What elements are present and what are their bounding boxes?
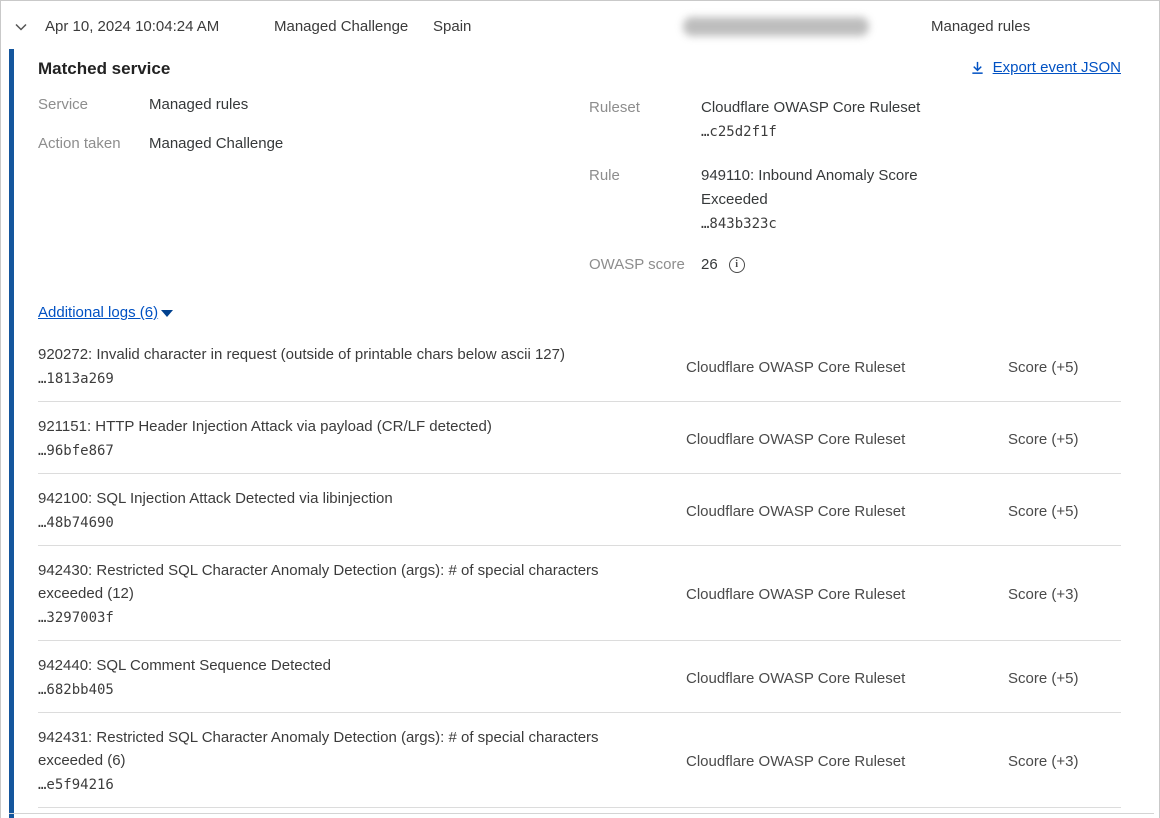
rule-label: Rule	[589, 164, 701, 236]
collapse-row-button[interactable]	[11, 17, 31, 37]
log-row: 942431: Restricted SQL Character Anomaly…	[38, 713, 1121, 808]
owasp-score-label: OWASP score	[589, 256, 701, 273]
rule-value: 949110: Inbound Anomaly Score Exceeded	[701, 164, 941, 212]
log-score: Score (+3)	[1008, 753, 1121, 770]
action-taken-label: Action taken	[38, 135, 149, 152]
log-description: 942440: SQL Comment Sequence Detected	[38, 654, 628, 677]
log-description: 942431: Restricted SQL Character Anomaly…	[38, 726, 628, 772]
triangle-down-icon	[161, 310, 173, 317]
log-id-hash: …682bb405	[38, 678, 686, 702]
log-ruleset: Cloudflare OWASP Core Ruleset	[686, 431, 1008, 448]
ruleset-label: Ruleset	[589, 96, 701, 144]
additional-logs-label: Additional logs (6)	[38, 304, 158, 321]
log-score: Score (+5)	[1008, 503, 1121, 520]
log-ruleset: Cloudflare OWASP Core Ruleset	[686, 586, 1008, 603]
log-row: 920272: Invalid character in request (ou…	[38, 330, 1121, 402]
additional-logs-list: 920272: Invalid character in request (ou…	[38, 330, 1121, 808]
log-ruleset: Cloudflare OWASP Core Ruleset	[686, 359, 1008, 376]
event-service: Managed rules	[931, 18, 1030, 35]
rule-field: Rule 949110: Inbound Anomaly Score Excee…	[589, 164, 1121, 236]
log-id-hash: …e5f94216	[38, 773, 686, 797]
section-title: Matched service	[38, 59, 170, 79]
service-field: Service Managed rules	[38, 96, 589, 113]
log-ruleset: Cloudflare OWASP Core Ruleset	[686, 753, 1008, 770]
log-score: Score (+5)	[1008, 670, 1121, 687]
log-row: 942440: SQL Comment Sequence Detected …6…	[38, 641, 1121, 713]
additional-logs-toggle[interactable]: Additional logs (6)	[38, 304, 173, 321]
log-id-hash: …3297003f	[38, 606, 686, 630]
redacted-text	[683, 17, 869, 36]
action-taken-field: Action taken Managed Challenge	[38, 135, 589, 152]
log-score: Score (+5)	[1008, 359, 1121, 376]
service-value: Managed rules	[149, 96, 248, 113]
export-event-json-label: Export event JSON	[993, 59, 1121, 76]
log-description: 920272: Invalid character in request (ou…	[38, 343, 628, 366]
event-detail-panel: Apr 10, 2024 10:04:24 AM Managed Challen…	[0, 0, 1160, 818]
event-timestamp: Apr 10, 2024 10:04:24 AM	[45, 18, 219, 35]
log-score: Score (+3)	[1008, 586, 1121, 603]
owasp-score-field: OWASP score 26 i	[589, 256, 1121, 273]
expanded-event-details: Matched service Export event JSON Servic…	[1, 49, 1159, 818]
log-description: 942430: Restricted SQL Character Anomaly…	[38, 559, 628, 605]
service-label: Service	[38, 96, 149, 113]
log-description: 942100: SQL Injection Attack Detected vi…	[38, 487, 628, 510]
log-id-hash: …1813a269	[38, 367, 686, 391]
log-ruleset: Cloudflare OWASP Core Ruleset	[686, 503, 1008, 520]
panel-bottom-divider	[9, 813, 1154, 814]
chevron-down-icon	[13, 19, 29, 35]
event-action: Managed Challenge	[274, 18, 408, 35]
ruleset-value: Cloudflare OWASP Core Ruleset	[701, 96, 920, 120]
rule-id-hash: …843b323c	[701, 212, 941, 236]
expanded-row-accent-bar	[9, 49, 14, 818]
log-row: 942100: SQL Injection Attack Detected vi…	[38, 474, 1121, 546]
log-row: 921151: HTTP Header Injection Attack via…	[38, 402, 1121, 474]
log-id-hash: …96bfe867	[38, 439, 686, 463]
log-score: Score (+5)	[1008, 431, 1121, 448]
download-icon	[970, 60, 985, 76]
log-description: 921151: HTTP Header Injection Attack via…	[38, 415, 628, 438]
event-summary-row[interactable]: Apr 10, 2024 10:04:24 AM Managed Challen…	[1, 1, 1159, 49]
event-country: Spain	[433, 18, 471, 35]
ruleset-id-hash: …c25d2f1f	[701, 120, 920, 144]
log-id-hash: …48b74690	[38, 511, 686, 535]
info-icon[interactable]: i	[729, 257, 745, 273]
log-row: 942430: Restricted SQL Character Anomaly…	[38, 546, 1121, 641]
export-event-json-link[interactable]: Export event JSON	[970, 59, 1121, 76]
matched-service-details: Service Managed rules Action taken Manag…	[38, 96, 1121, 273]
ruleset-field: Ruleset Cloudflare OWASP Core Ruleset …c…	[589, 96, 1121, 144]
action-taken-value: Managed Challenge	[149, 135, 283, 152]
owasp-score-value: 26	[701, 256, 718, 273]
log-ruleset: Cloudflare OWASP Core Ruleset	[686, 670, 1008, 687]
